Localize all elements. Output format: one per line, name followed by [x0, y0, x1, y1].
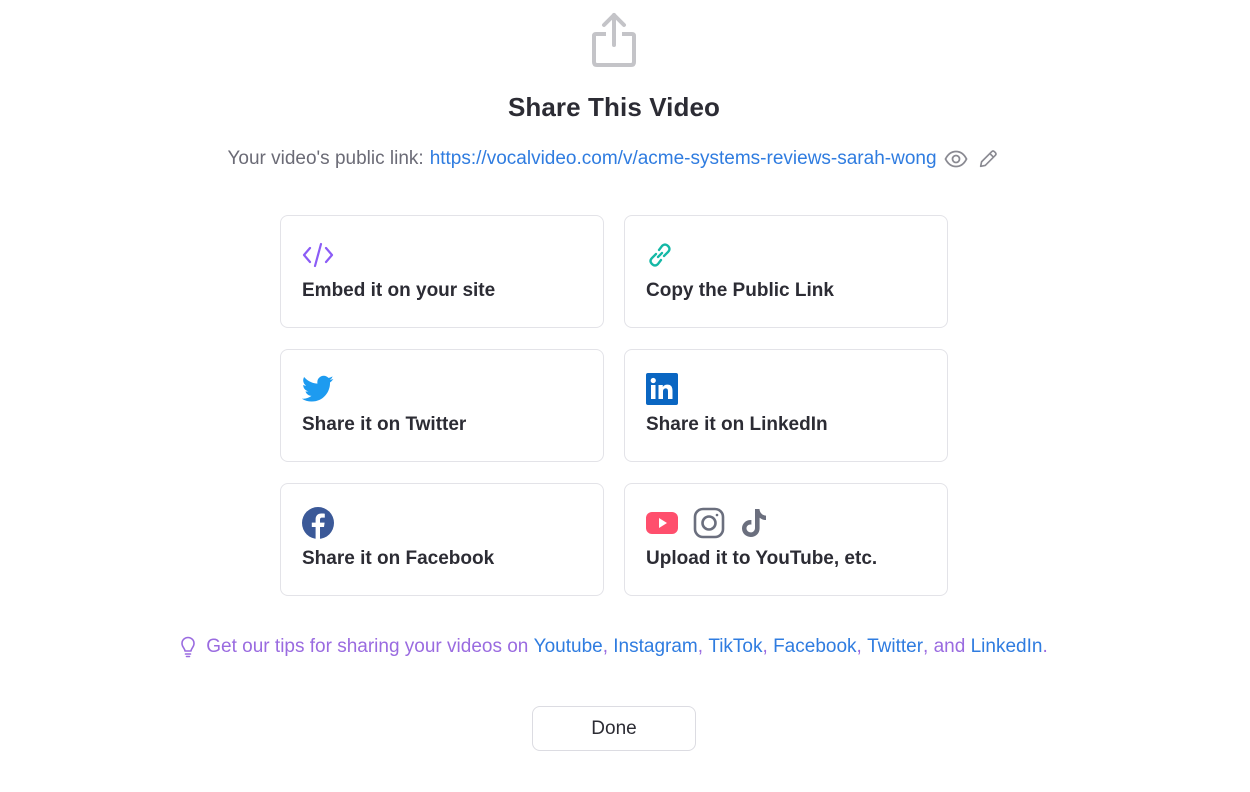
- done-button[interactable]: Done: [532, 706, 696, 751]
- sharing-tips: Get our tips for sharing your videos on …: [0, 636, 1228, 658]
- facebook-option-label: Share it on Facebook: [302, 548, 495, 569]
- instagram-icon: [693, 507, 725, 539]
- twitter-icon: [302, 375, 334, 402]
- linkedin-icon: [646, 373, 678, 405]
- linkedin-option-label: Share it on LinkedIn: [646, 414, 828, 435]
- tips-link-instagram[interactable]: Instagram: [613, 636, 697, 658]
- youtube-icon: [646, 512, 678, 534]
- dialog-title: Share This Video: [507, 92, 721, 122]
- code-icon: [302, 242, 334, 268]
- facebook-option-card[interactable]: Share it on Facebook: [280, 483, 604, 596]
- tips-suffix: .: [1042, 636, 1048, 657]
- pencil-icon[interactable]: [975, 146, 1001, 172]
- tips-link-facebook[interactable]: Facebook: [773, 636, 856, 658]
- public-link-url[interactable]: https://vocalvideo.com/v/acme-systems-re…: [430, 148, 937, 170]
- tiktok-icon: [742, 509, 766, 537]
- tips-separator-and: , and: [923, 636, 966, 657]
- share-icon: [592, 13, 636, 67]
- twitter-option-label: Share it on Twitter: [302, 414, 467, 435]
- public-link-label: Your video's public link:: [227, 148, 424, 169]
- upload-option-label: Upload it to YouTube, etc.: [646, 548, 878, 569]
- tips-link-twitter[interactable]: Twitter: [867, 636, 923, 658]
- eye-icon[interactable]: [943, 146, 969, 172]
- facebook-icon: [302, 507, 334, 539]
- tips-separator: ,: [856, 636, 862, 657]
- linkedin-option-card[interactable]: Share it on LinkedIn: [624, 349, 948, 462]
- twitter-option-card[interactable]: Share it on Twitter: [280, 349, 604, 462]
- public-link-row: Your video's public link: https://vocalv…: [0, 146, 1228, 172]
- upload-option-card[interactable]: Upload it to YouTube, etc.: [624, 483, 948, 596]
- share-options-grid: Embed it on your site Copy the Public Li…: [280, 215, 948, 596]
- embed-option-card[interactable]: Embed it on your site: [280, 215, 604, 328]
- tips-separator: ,: [697, 636, 704, 657]
- tips-link-youtube[interactable]: Youtube: [534, 636, 603, 658]
- lightbulb-icon: [180, 636, 196, 658]
- embed-option-label: Embed it on your site: [302, 280, 496, 301]
- copy-link-option-card[interactable]: Copy the Public Link: [624, 215, 948, 328]
- tips-prefix: Get our tips for sharing your videos on: [206, 636, 529, 657]
- tips-link-tiktok[interactable]: TikTok: [708, 636, 762, 658]
- tips-separator: ,: [762, 636, 768, 657]
- link-icon: [649, 243, 671, 267]
- tips-separator: ,: [602, 636, 608, 657]
- copy-link-option-label: Copy the Public Link: [646, 280, 834, 301]
- tips-link-linkedin[interactable]: LinkedIn: [971, 636, 1043, 658]
